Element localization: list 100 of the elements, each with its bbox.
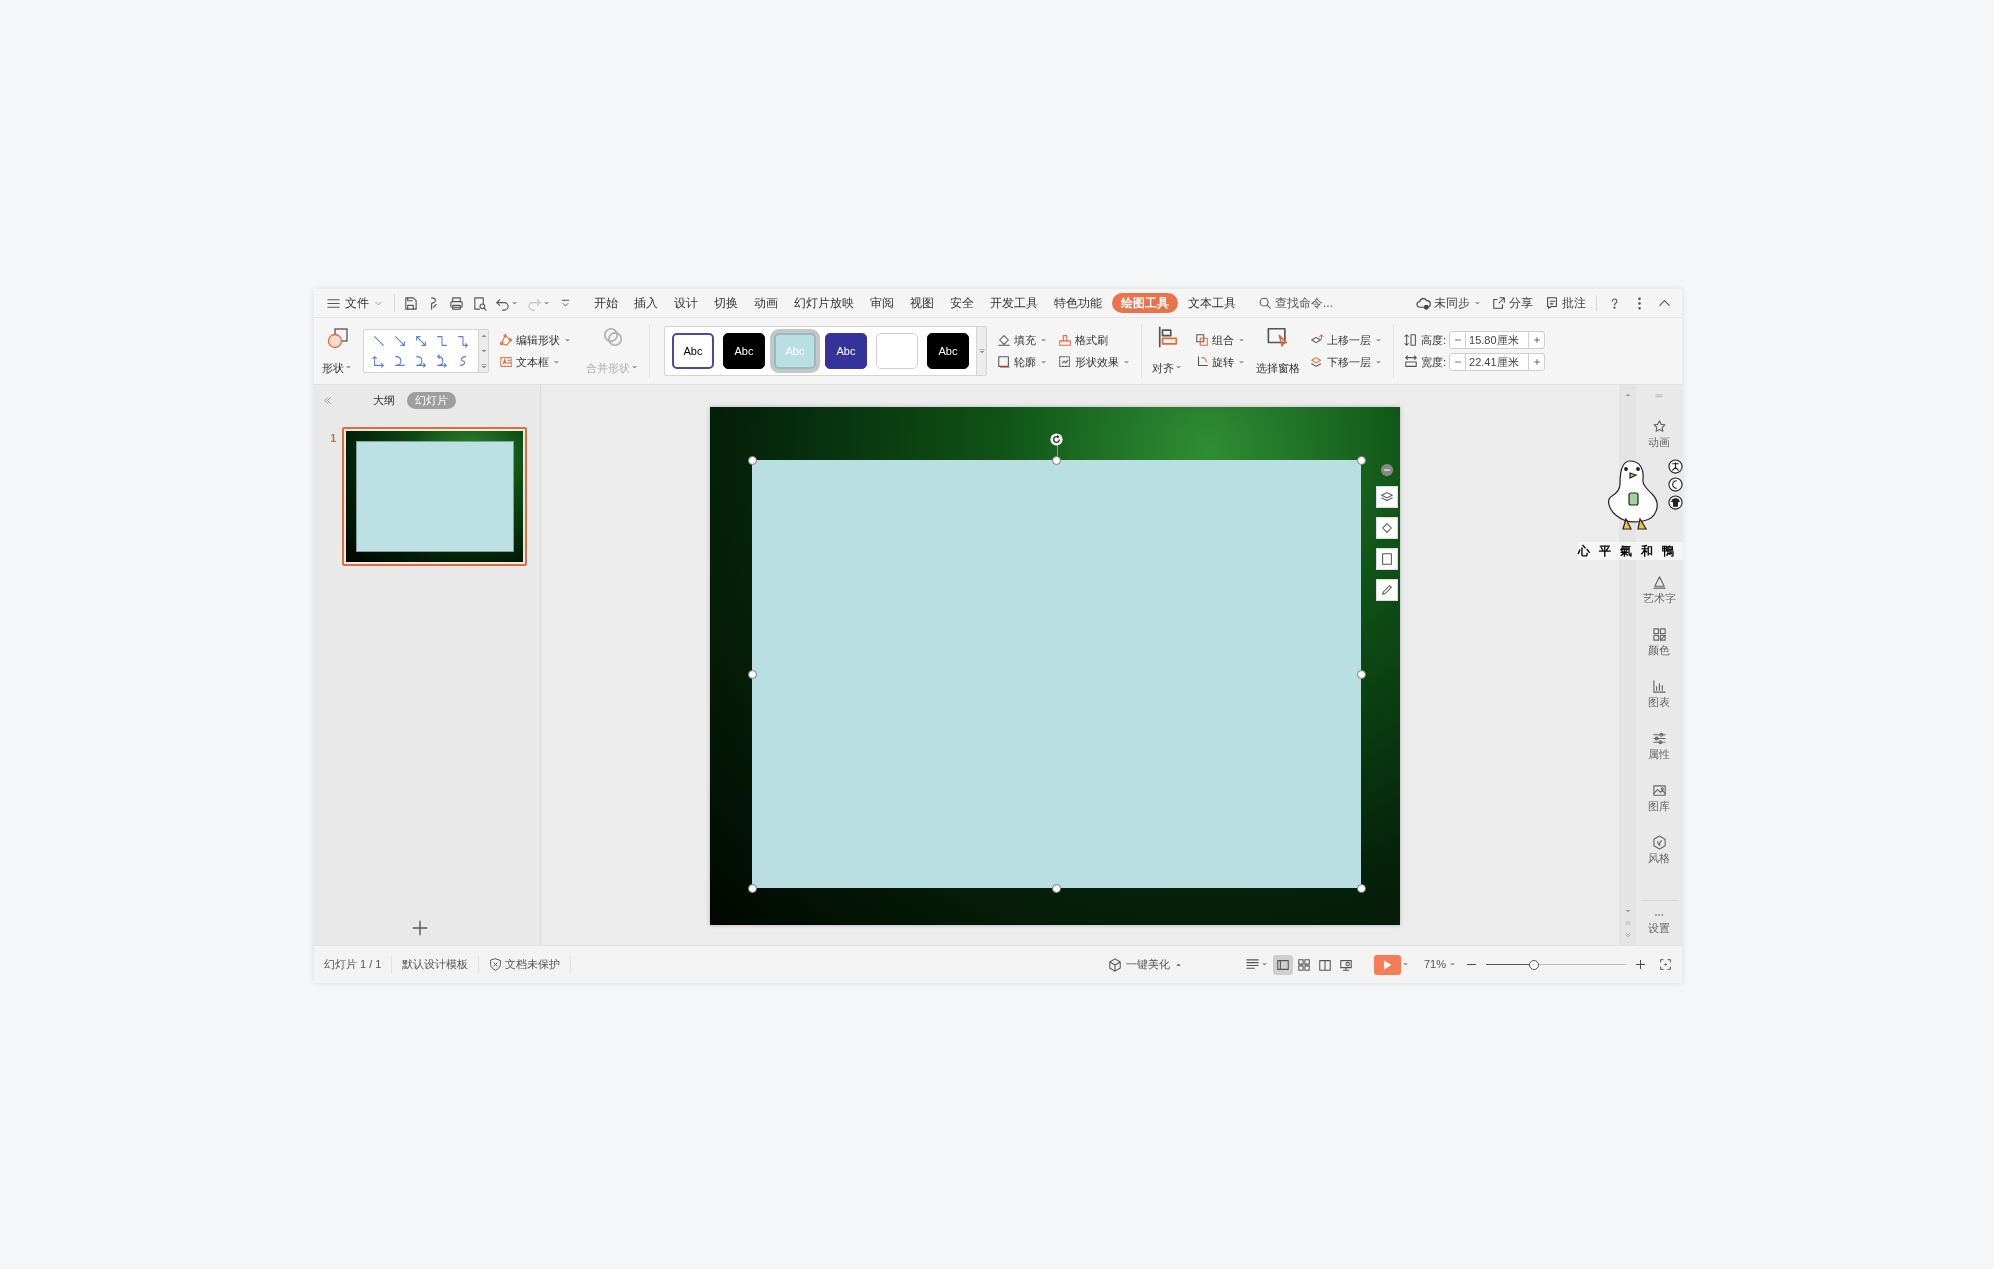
resize-handle[interactable] bbox=[1356, 883, 1366, 893]
outline-button[interactable]: 轮廓 bbox=[997, 352, 1048, 372]
format-painter-button[interactable]: 格式刷 bbox=[1058, 330, 1131, 350]
ribbon-tab[interactable]: 设计 bbox=[668, 293, 704, 313]
shape-style-swatch[interactable]: Abc bbox=[672, 333, 714, 369]
collapse-toolbar-icon[interactable] bbox=[1380, 463, 1394, 477]
gallery-expand-icon[interactable] bbox=[977, 347, 986, 355]
ribbon-tab[interactable]: 文本工具 bbox=[1182, 293, 1242, 313]
shape-style-swatch[interactable]: Abc bbox=[723, 333, 765, 369]
connector-line-icon[interactable] bbox=[372, 333, 386, 349]
caret-up-icon bbox=[1173, 960, 1183, 969]
bring-forward-button[interactable]: 上移一层 bbox=[1310, 330, 1383, 350]
slide-thumbnail[interactable] bbox=[342, 427, 527, 566]
text-art-icon bbox=[1651, 575, 1667, 591]
save-icon[interactable] bbox=[403, 295, 418, 311]
print-preview-icon[interactable] bbox=[472, 295, 487, 311]
file-menu[interactable]: 文件 bbox=[324, 292, 386, 314]
presenter-view-icon bbox=[1338, 957, 1353, 972]
connector-line-icon[interactable] bbox=[456, 333, 470, 349]
resize-handle[interactable] bbox=[747, 455, 757, 465]
ribbon-tab[interactable]: 特色功能 bbox=[1048, 293, 1108, 313]
scroll-down-icon[interactable] bbox=[479, 347, 488, 355]
zoom-in-icon[interactable] bbox=[1634, 958, 1647, 971]
moon-icon[interactable] bbox=[1668, 477, 1683, 492]
sidebar-tool[interactable]: 图表 bbox=[1648, 669, 1670, 721]
fill-button[interactable]: 填充 bbox=[997, 330, 1048, 350]
sidebar-tool[interactable]: 动画 bbox=[1648, 409, 1670, 461]
shapes-icon bbox=[325, 326, 350, 350]
document-protection-button[interactable]: 文档未保护 bbox=[479, 956, 572, 973]
align-button[interactable]: 对齐 bbox=[1152, 326, 1183, 376]
play-slideshow-button[interactable] bbox=[1373, 954, 1401, 975]
edit-shape-button[interactable]: 编辑形状 bbox=[499, 330, 572, 350]
resize-handle[interactable] bbox=[747, 669, 757, 679]
outline-icon[interactable] bbox=[1380, 552, 1394, 566]
ribbon-tab[interactable]: 安全 bbox=[944, 293, 980, 313]
pen-icon[interactable] bbox=[1380, 583, 1394, 597]
sidebar-tool[interactable]: 图库 bbox=[1648, 773, 1670, 825]
resize-handle[interactable] bbox=[1052, 455, 1061, 465]
align-left-icon bbox=[1156, 326, 1179, 348]
ribbon-tab[interactable]: 插入 bbox=[628, 293, 664, 313]
width-value[interactable]: 22.41厘米 bbox=[1466, 354, 1529, 370]
ribbon-tab[interactable]: 开始 bbox=[588, 293, 624, 313]
send-backward-button[interactable]: 下移一层 bbox=[1310, 352, 1383, 372]
settings-button[interactable]: 设置 bbox=[1648, 901, 1670, 945]
command-search[interactable]: 查找命令... bbox=[1258, 294, 1333, 312]
gallery-expand-icon[interactable] bbox=[479, 362, 488, 370]
rotate-handle[interactable] bbox=[1050, 433, 1063, 446]
selection-pane-button[interactable]: 选择窗格 bbox=[1256, 326, 1300, 376]
text-box-icon bbox=[499, 355, 513, 369]
share-button[interactable]: 分享 bbox=[1492, 294, 1533, 312]
shirt-icon[interactable] bbox=[1668, 495, 1683, 510]
resize-handle[interactable] bbox=[1052, 883, 1061, 893]
panel-tab[interactable]: 大纲 bbox=[365, 391, 403, 409]
connector-line-icon[interactable] bbox=[435, 333, 449, 349]
resize-handle[interactable] bbox=[1356, 455, 1366, 465]
comment-button[interactable]: 批注 bbox=[1545, 294, 1586, 312]
sidebar-tool[interactable]: 属性 bbox=[1648, 721, 1670, 773]
slide-number: 1 bbox=[329, 432, 336, 446]
selection-pane-icon bbox=[1267, 326, 1289, 348]
resize-handle[interactable] bbox=[747, 883, 757, 893]
shape-style-swatch[interactable]: Abc bbox=[927, 333, 969, 369]
ribbon-tab[interactable]: 审阅 bbox=[864, 293, 900, 313]
sync-button[interactable]: 未同步 bbox=[1416, 294, 1482, 312]
shape-style-swatch[interactable] bbox=[876, 333, 918, 369]
rotate-button[interactable]: 旋转 bbox=[1195, 352, 1246, 372]
shape-button[interactable]: 形状 bbox=[322, 326, 353, 376]
connector-line-icon[interactable] bbox=[393, 333, 407, 349]
shape-effects-button[interactable]: 形状效果 bbox=[1058, 352, 1131, 372]
sidebar-tool[interactable]: 艺术字 bbox=[1642, 565, 1676, 617]
sidebar-tool[interactable]: 颜色 bbox=[1648, 617, 1670, 669]
zoom-percentage[interactable]: 71% bbox=[1423, 956, 1457, 973]
zoom-slider-thumb[interactable] bbox=[1528, 959, 1539, 970]
group-button[interactable]: 组合 bbox=[1195, 330, 1246, 350]
view-mode-button[interactable] bbox=[1272, 954, 1293, 975]
comment-icon bbox=[1545, 296, 1559, 310]
sidebar-tool[interactable]: 风格 bbox=[1648, 825, 1670, 877]
height-value[interactable]: 15.80厘米 bbox=[1466, 332, 1529, 348]
notes-icon[interactable] bbox=[1244, 957, 1260, 972]
text-box-button[interactable]: 文本框 bbox=[499, 352, 572, 372]
shape-style-swatch[interactable]: Abc bbox=[825, 333, 867, 369]
fit-window-icon[interactable] bbox=[1659, 958, 1672, 971]
connector-line-icon[interactable] bbox=[414, 333, 428, 349]
ribbon-tab[interactable]: 幻灯片放映 bbox=[788, 293, 860, 313]
plus-icon[interactable] bbox=[1531, 335, 1542, 345]
ribbon-tab[interactable]: 开发工具 bbox=[984, 293, 1044, 313]
height-spinner[interactable]: 15.80厘米 bbox=[1449, 331, 1546, 349]
share-icon bbox=[1492, 296, 1506, 310]
connector-line-icon[interactable] bbox=[435, 352, 449, 369]
print-icon[interactable] bbox=[449, 295, 464, 311]
beautify-button[interactable]: 一键美化 bbox=[1107, 956, 1183, 973]
ribbon-tab[interactable]: 视图 bbox=[904, 293, 940, 313]
reading-view-icon bbox=[1317, 957, 1332, 972]
ribbon-tab[interactable]: 切换 bbox=[708, 293, 744, 313]
ribbon-tab[interactable]: 动画 bbox=[748, 293, 784, 313]
scroll-up-icon[interactable] bbox=[479, 332, 488, 340]
width-spinner[interactable]: 22.41厘米 bbox=[1449, 353, 1546, 371]
plus-icon[interactable] bbox=[1531, 357, 1542, 367]
resize-handle[interactable] bbox=[1356, 669, 1366, 679]
layers-icon[interactable] bbox=[1380, 490, 1394, 504]
add-slide-icon[interactable] bbox=[411, 919, 429, 937]
